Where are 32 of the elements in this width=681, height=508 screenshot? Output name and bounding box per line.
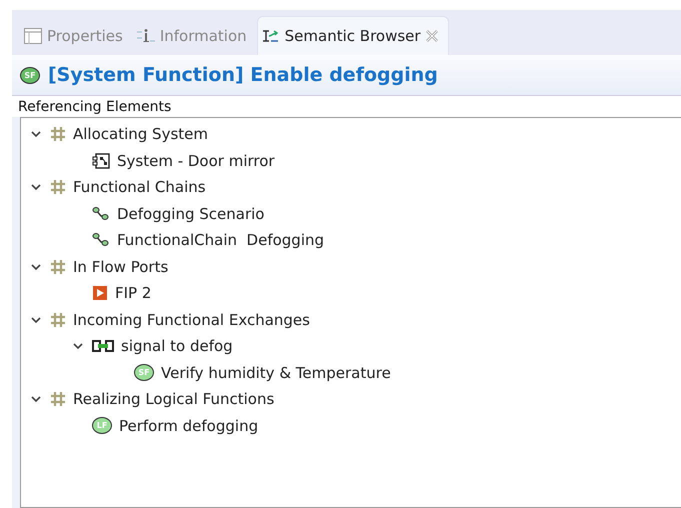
tree-item[interactable]: Allocating System	[73, 125, 208, 144]
tree-item[interactable]: Incoming Functional Exchanges	[73, 310, 310, 329]
tree-item[interactable]: System - Door mirror	[117, 152, 275, 170]
system-icon	[92, 152, 110, 169]
grid-icon	[50, 391, 66, 408]
grid-icon	[50, 126, 66, 142]
close-icon[interactable]	[426, 30, 438, 42]
element-title: [System Function] Enable defogging	[48, 64, 438, 86]
chain-icon	[92, 206, 110, 222]
grid-icon	[50, 312, 66, 328]
tree-item[interactable]: In Flow Ports	[73, 258, 168, 276]
grid-icon	[50, 179, 66, 196]
tree-item[interactable]: Perform defogging	[119, 416, 258, 435]
tree-item[interactable]: signal to defog	[121, 337, 233, 356]
tree-item[interactable]: FIP 2	[115, 284, 152, 302]
section-title: Referencing Elements	[12, 96, 681, 117]
tree-item[interactable]: FunctionalChain Defogging	[117, 231, 324, 250]
tree-item[interactable]: Verify humidity & Temperature	[161, 364, 391, 382]
tree-item[interactable]: Realizing Logical Functions	[73, 390, 274, 408]
table-icon	[24, 28, 42, 44]
browser-icon	[262, 28, 280, 44]
exchange-icon	[92, 338, 114, 354]
function-badge-icon: SF	[134, 364, 154, 382]
info-icon	[136, 28, 155, 44]
port-icon	[92, 285, 108, 302]
tab[interactable]: Semantic Browser	[256, 16, 449, 55]
tree-item[interactable]: Defogging Scenario	[117, 204, 264, 223]
tree-item[interactable]: Functional Chains	[73, 178, 206, 196]
function-badge-icon: LF	[92, 417, 112, 434]
grid-icon	[50, 258, 66, 275]
chain-icon	[92, 232, 110, 248]
function-badge-icon: SF	[20, 66, 40, 84]
